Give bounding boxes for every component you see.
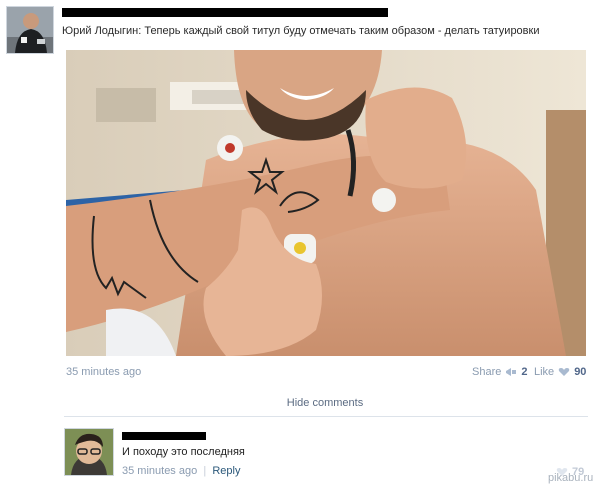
avatar-image [7,7,53,53]
comment-timestamp: 35 minutes ago [122,465,198,477]
like-count: 90 [574,366,587,378]
megaphone-icon [506,368,517,376]
avatar-image [65,429,113,475]
share-button[interactable]: Share 2 [472,366,527,378]
hide-comments-link[interactable]: Hide comments [0,397,600,409]
comment-meta: 35 minutes ago | Reply [122,465,240,477]
comments-divider [64,416,588,417]
comment-text: И походу это последняя [122,446,245,458]
meta-separator: | [200,465,210,477]
like-button[interactable]: Like 90 [534,366,586,378]
share-label: Share [472,366,502,378]
comment-author-name-redacted [122,432,206,440]
post-author-avatar[interactable] [6,6,54,54]
pikabu-watermark: pikabu.ru [548,472,594,484]
post-text: Юрий Лодыгин: Теперь каждый свой титул б… [62,25,540,37]
post-author-name-redacted [62,8,388,17]
comment-author-avatar[interactable] [64,428,114,476]
share-count: 2 [521,366,528,378]
post-photo[interactable] [66,50,586,356]
photo-image [66,50,586,356]
post-timestamp: 35 minutes ago [66,366,142,378]
heart-icon [558,368,570,376]
like-label: Like [534,366,555,378]
reply-link[interactable]: Reply [212,465,240,477]
